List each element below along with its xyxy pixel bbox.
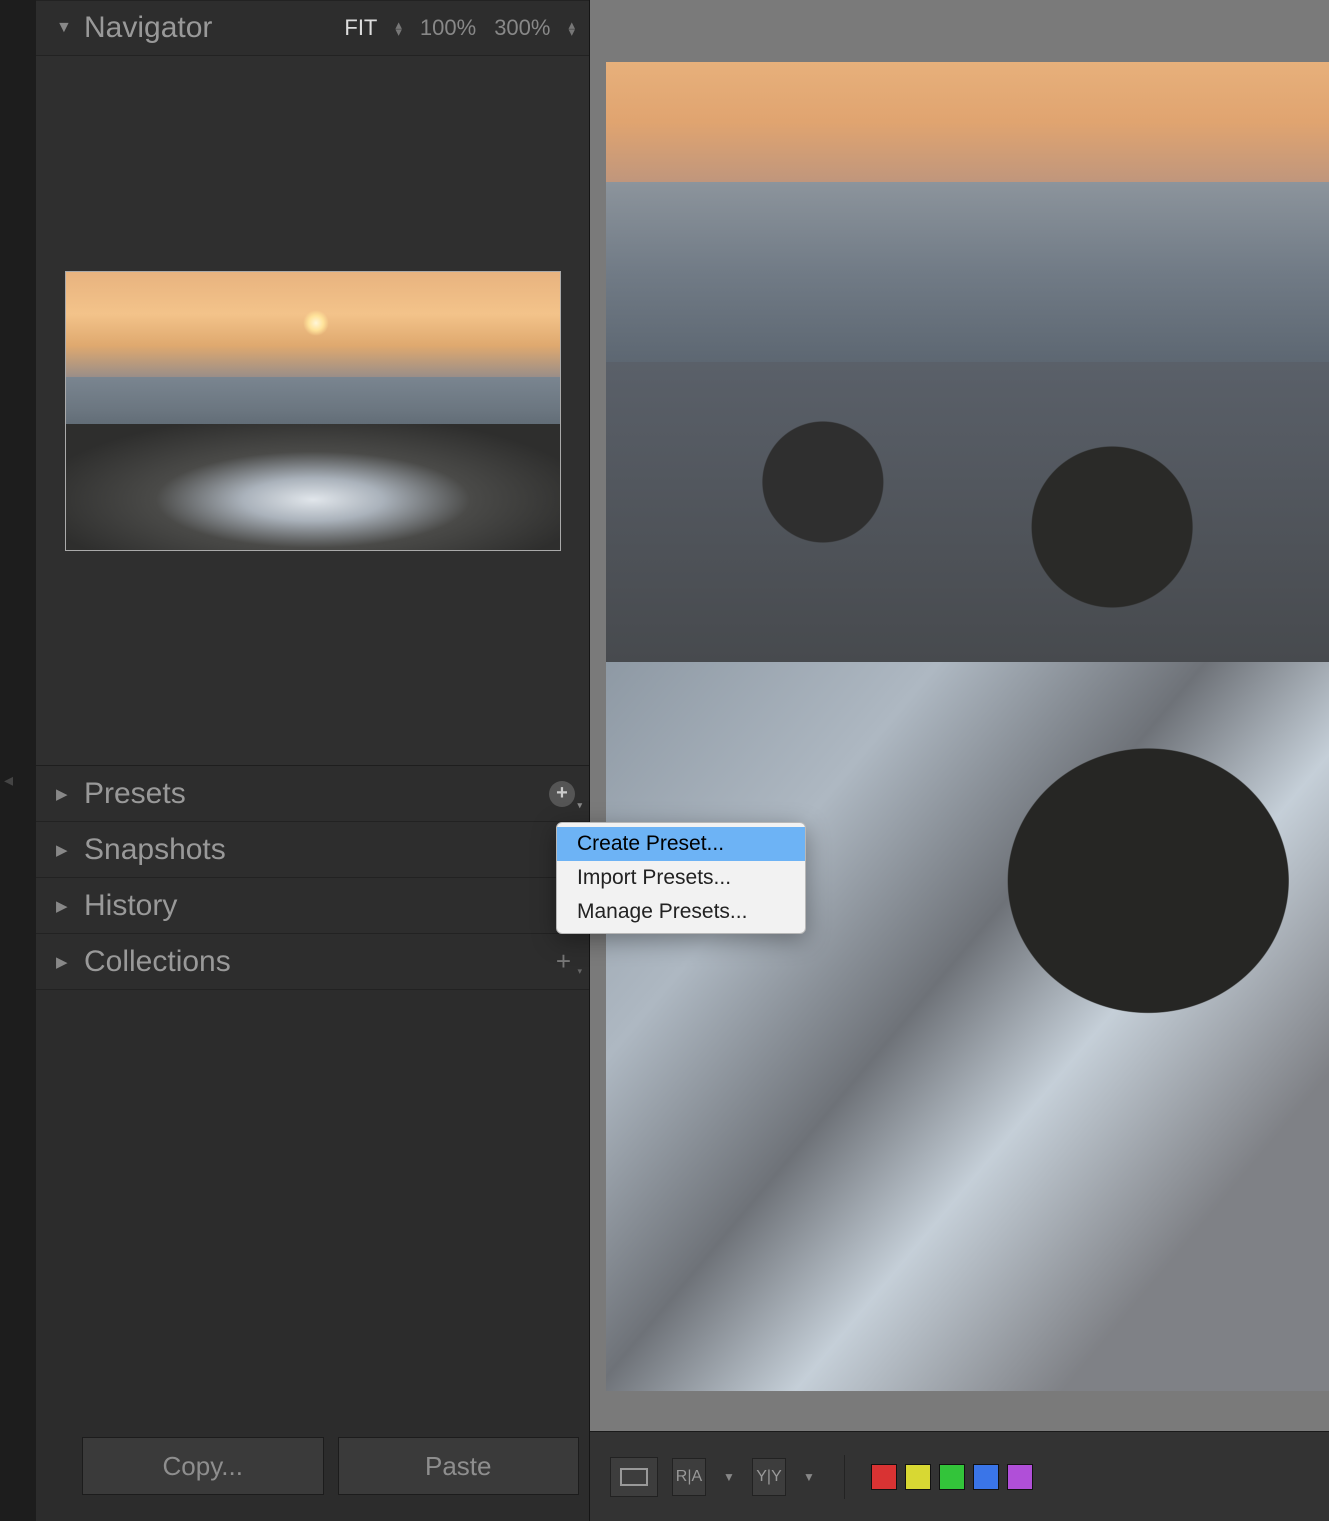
before-after-dropdown-icon[interactable]: ▼ (720, 1470, 738, 1484)
before-after-ra-label: R|A (672, 1458, 706, 1496)
color-label-blue[interactable] (973, 1464, 999, 1490)
navigator-preview-area (36, 56, 589, 766)
add-preset-button[interactable]: +▾ (549, 781, 575, 807)
snapshots-title: Snapshots (84, 833, 575, 867)
develop-toolbar: R|A ▼ Y|Y ▼ (590, 1431, 1329, 1521)
zoom-stepper-icon[interactable]: ▴▾ (568, 21, 575, 35)
presets-title: Presets (84, 777, 549, 811)
zoom-300[interactable]: 300% (494, 15, 550, 41)
toolbar-separator (844, 1455, 845, 1499)
color-label-yellow[interactable] (905, 1464, 931, 1490)
panel-content: ▼ Navigator FIT ▴▾ 100% 300% ▴▾ ▶ Preset… (36, 0, 589, 1521)
before-after-dropdown-2-icon[interactable]: ▼ (800, 1470, 818, 1484)
expand-triangle-icon: ▶ (56, 897, 70, 915)
before-after-yy-label: Y|Y (752, 1458, 786, 1496)
color-label-red[interactable] (871, 1464, 897, 1490)
collections-panel-header[interactable]: ▶ Collections +▾ (36, 934, 589, 990)
navigator-panel-header[interactable]: ▼ Navigator FIT ▴▾ 100% 300% ▴▾ (36, 0, 589, 56)
zoom-fit-stepper-icon[interactable]: ▴▾ (395, 21, 402, 35)
expand-triangle-icon: ▶ (56, 953, 70, 971)
left-panel: ◂ ▼ Navigator FIT ▴▾ 100% 300% ▴▾ ▶ Pr (0, 0, 590, 1521)
color-label-purple[interactable] (1007, 1464, 1033, 1490)
snapshots-panel-header[interactable]: ▶ Snapshots (36, 822, 589, 878)
add-collection-button[interactable]: +▾ (556, 946, 575, 977)
before-after-split-1[interactable]: R|A (672, 1458, 706, 1496)
expand-triangle-icon: ▶ (56, 841, 70, 859)
collections-title: Collections (84, 945, 556, 979)
menu-item-import-presets[interactable]: Import Presets... (557, 861, 805, 895)
color-label-green[interactable] (939, 1464, 965, 1490)
color-label-swatches (871, 1464, 1033, 1490)
navigator-zoom-controls: FIT ▴▾ 100% 300% ▴▾ (344, 15, 575, 41)
zoom-100[interactable]: 100% (420, 15, 476, 41)
left-edge-strip: ◂ (0, 0, 36, 1521)
collapse-triangle-icon: ▼ (56, 19, 70, 37)
develop-footer-buttons: Copy... Paste (82, 1437, 579, 1495)
main-image-preview[interactable] (606, 62, 1329, 1391)
menu-item-manage-presets[interactable]: Manage Presets... (557, 895, 805, 929)
menu-item-create-preset[interactable]: Create Preset... (557, 827, 805, 861)
presets-context-menu: Create Preset... Import Presets... Manag… (556, 822, 806, 934)
before-after-split-2[interactable]: Y|Y (752, 1458, 786, 1496)
zoom-fit[interactable]: FIT (344, 15, 377, 41)
navigator-preview-thumbnail[interactable] (65, 271, 561, 551)
history-panel-header[interactable]: ▶ History (36, 878, 589, 934)
navigator-title: Navigator (84, 11, 212, 45)
main-canvas-area (590, 0, 1329, 1521)
presets-panel-header[interactable]: ▶ Presets +▾ (36, 766, 589, 822)
history-title: History (84, 889, 575, 923)
expand-left-chevron-icon[interactable]: ◂ (4, 770, 13, 791)
loupe-view-button[interactable] (610, 1457, 658, 1497)
expand-triangle-icon: ▶ (56, 785, 70, 803)
copy-button[interactable]: Copy... (82, 1437, 324, 1495)
paste-button[interactable]: Paste (338, 1437, 580, 1495)
